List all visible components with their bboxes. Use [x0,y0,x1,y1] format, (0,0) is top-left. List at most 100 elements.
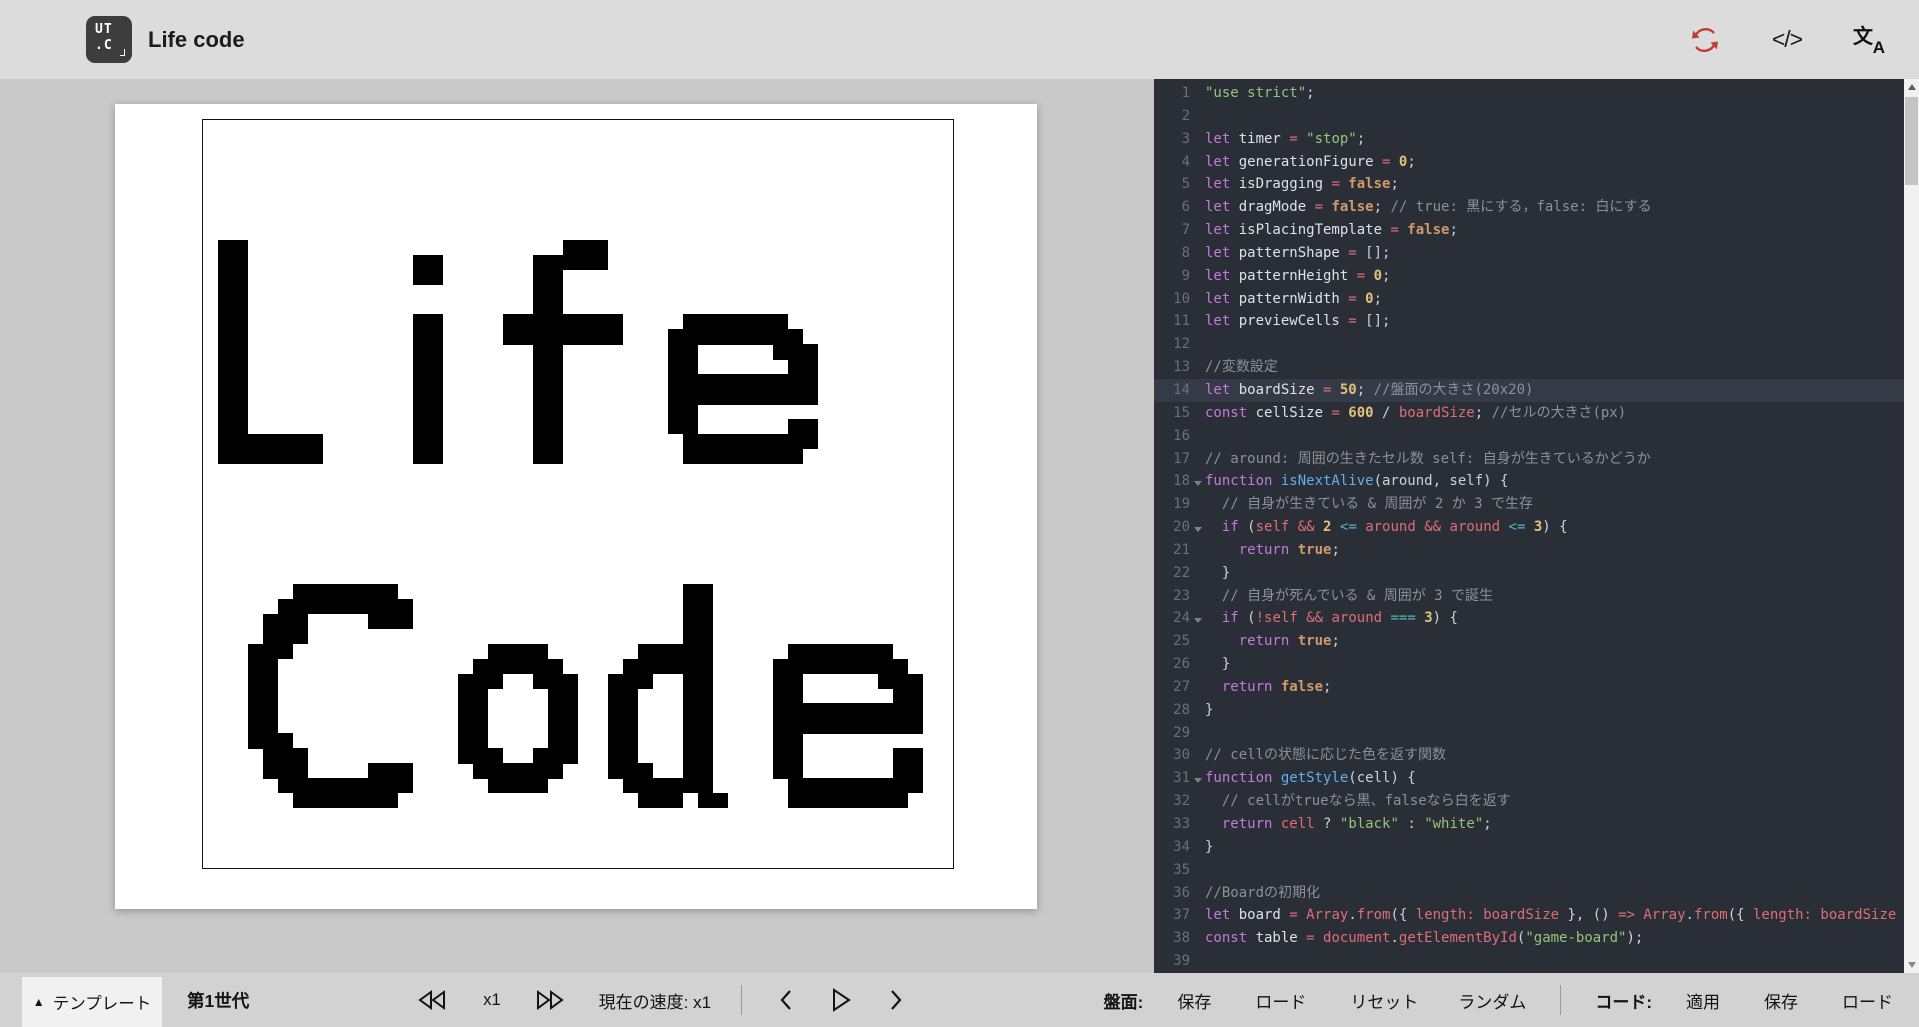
code-line[interactable]: 10let patternWidth = 0; [1154,288,1919,311]
live-cell[interactable] [773,748,788,763]
live-cell[interactable] [788,419,803,434]
live-cell[interactable] [788,763,803,778]
live-cell[interactable] [248,703,263,718]
live-cell[interactable] [533,748,548,763]
live-cell[interactable] [803,793,818,808]
live-cell[interactable] [698,434,713,449]
live-cell[interactable] [608,688,623,703]
live-cell[interactable] [263,703,278,718]
live-cell[interactable] [758,329,773,344]
code-line[interactable]: 22 } [1154,562,1919,585]
live-cell[interactable] [758,389,773,404]
code-line[interactable]: 7let isPlacingTemplate = false; [1154,219,1919,242]
live-cell[interactable] [683,449,698,464]
live-cell[interactable] [248,434,263,449]
code-line[interactable]: 11let previewCells = []; [1154,310,1919,333]
live-cell[interactable] [533,434,548,449]
translate-icon[interactable]: 文 A [1851,22,1887,58]
live-cell[interactable] [263,629,278,644]
live-cell[interactable] [293,449,308,464]
live-cell[interactable] [278,434,293,449]
live-cell[interactable] [308,584,323,599]
live-cell[interactable] [383,778,398,793]
code-line[interactable]: 33 return cell ? "black" : "white"; [1154,813,1919,836]
live-cell[interactable] [233,314,248,329]
live-cell[interactable] [233,434,248,449]
live-cell[interactable] [773,449,788,464]
code-line[interactable]: 38const table = document.getElementById(… [1154,927,1919,950]
live-cell[interactable] [563,255,578,270]
live-cell[interactable] [863,644,878,659]
code-line[interactable]: 8let patternShape = []; [1154,242,1919,265]
live-cell[interactable] [248,688,263,703]
board-save-button[interactable]: 保存 [1177,988,1211,1013]
live-cell[interactable] [548,763,563,778]
live-cell[interactable] [233,389,248,404]
live-cell[interactable] [893,659,908,674]
live-cell[interactable] [473,674,488,689]
live-cell[interactable] [278,763,293,778]
live-cell[interactable] [683,748,698,763]
live-cell[interactable] [383,793,398,808]
live-cell[interactable] [263,718,278,733]
live-cell[interactable] [533,644,548,659]
live-cell[interactable] [218,255,233,270]
live-cell[interactable] [623,763,638,778]
live-cell[interactable] [698,329,713,344]
live-cell[interactable] [698,314,713,329]
live-cell[interactable] [788,688,803,703]
live-cell[interactable] [413,314,428,329]
live-cell[interactable] [278,644,293,659]
code-editor[interactable]: 1"use strict";23let timer = "stop";4let … [1154,79,1919,973]
live-cell[interactable] [278,748,293,763]
code-line-active[interactable]: 14let boardSize = 50; //盤面の大きさ(20x20) [1154,379,1919,402]
live-cell[interactable] [428,270,443,285]
live-cell[interactable] [803,703,818,718]
code-line[interactable]: 15const cellSize = 600 / boardSize; //セル… [1154,402,1919,425]
fold-chevron-icon[interactable] [1190,470,1205,493]
live-cell[interactable] [533,359,548,374]
live-cell[interactable] [803,659,818,674]
live-cell[interactable] [278,629,293,644]
live-cell[interactable] [833,703,848,718]
fold-chevron-icon[interactable] [1190,607,1205,630]
live-cell[interactable] [593,314,608,329]
live-cell[interactable] [758,314,773,329]
live-cell[interactable] [293,629,308,644]
live-cell[interactable] [233,300,248,315]
live-cell[interactable] [818,793,833,808]
live-cell[interactable] [788,389,803,404]
live-cell[interactable] [878,659,893,674]
step-back-button[interactable] [778,988,794,1012]
live-cell[interactable] [353,793,368,808]
live-cell[interactable] [218,329,233,344]
live-cell[interactable] [278,614,293,629]
live-cell[interactable] [803,359,818,374]
scroll-up-icon[interactable] [1904,79,1919,95]
live-cell[interactable] [773,374,788,389]
live-cell[interactable] [668,359,683,374]
live-cell[interactable] [338,584,353,599]
live-cell[interactable] [608,748,623,763]
live-cell[interactable] [413,434,428,449]
live-cell[interactable] [683,314,698,329]
live-cell[interactable] [623,703,638,718]
live-cell[interactable] [248,449,263,464]
live-cell[interactable] [293,584,308,599]
live-cell[interactable] [218,270,233,285]
live-cell[interactable] [518,763,533,778]
live-cell[interactable] [233,374,248,389]
live-cell[interactable] [533,674,548,689]
live-cell[interactable] [413,344,428,359]
live-cell[interactable] [683,733,698,748]
live-cell[interactable] [773,314,788,329]
live-cell[interactable] [593,255,608,270]
live-cell[interactable] [428,389,443,404]
live-cell[interactable] [518,644,533,659]
live-cell[interactable] [218,419,233,434]
live-cell[interactable] [623,778,638,793]
live-cell[interactable] [458,748,473,763]
live-cell[interactable] [413,419,428,434]
board-load-button[interactable]: ロード [1255,988,1306,1013]
live-cell[interactable] [263,763,278,778]
